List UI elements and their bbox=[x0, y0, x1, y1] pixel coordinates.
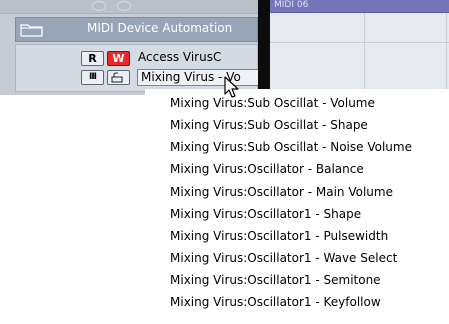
track-header-area: MIDI Device Automation R W III Access Vi… bbox=[0, 0, 263, 95]
menu-item[interactable]: Mixing Virus:Oscillator - Main Volume bbox=[170, 184, 393, 201]
grid-line bbox=[270, 42, 449, 43]
midi-part-header[interactable]: MIDI 06 bbox=[270, 0, 449, 13]
menu-item[interactable]: Mixing Virus:Sub Oscillat - Volume bbox=[170, 95, 375, 112]
track-top-strip bbox=[0, 0, 258, 14]
menu-item[interactable]: Mixing Virus:Oscillator1 - Keyfollow bbox=[170, 294, 381, 311]
menu-item[interactable]: Mixing Virus:Sub Oscillat - Shape bbox=[170, 117, 368, 134]
track-name: Access VirusC bbox=[138, 50, 222, 64]
menu-item[interactable]: Mixing Virus:Oscillator1 - Semitone bbox=[170, 272, 381, 289]
mouse-pointer-icon bbox=[224, 76, 239, 98]
automation-parameter-selector[interactable]: Mixing Virus - Vo bbox=[137, 69, 263, 86]
lock-icon bbox=[111, 72, 123, 83]
menu-item[interactable]: Mixing Virus:Oscillator1 - Wave Select bbox=[170, 250, 397, 267]
menu-item[interactable]: Mixing Virus:Oscillator - Balance bbox=[170, 161, 364, 178]
grid-line bbox=[364, 13, 365, 95]
grid-line bbox=[446, 13, 447, 95]
menu-item[interactable]: Mixing Virus:Oscillator1 - Shape bbox=[170, 206, 361, 223]
knob-icon[interactable] bbox=[92, 1, 106, 11]
track-list-divider[interactable] bbox=[258, 0, 270, 95]
midi-part-name: MIDI 06 bbox=[274, 0, 309, 10]
write-automation-button[interactable]: W bbox=[107, 51, 130, 66]
automation-track-row[interactable]: R W III Access VirusC Mixing Virus - Vo bbox=[15, 44, 263, 92]
knob-icon[interactable] bbox=[117, 1, 131, 11]
menu-item[interactable]: Mixing Virus:Oscillator1 - Pulsewidth bbox=[170, 228, 388, 245]
lock-button[interactable] bbox=[107, 70, 130, 85]
menu-item[interactable]: Mixing Virus:Sub Oscillat - Noise Volume bbox=[170, 139, 412, 156]
show-lanes-button[interactable]: III bbox=[81, 70, 104, 85]
event-display[interactable]: MIDI 06 bbox=[270, 0, 449, 95]
read-automation-button[interactable]: R bbox=[81, 51, 104, 66]
folder-track-row[interactable]: MIDI Device Automation bbox=[15, 17, 258, 42]
folder-icon[interactable] bbox=[19, 22, 45, 37]
folder-track-name: MIDI Device Automation bbox=[87, 21, 233, 35]
parameter-popup-menu: Mixing Virus:Sub Oscillat - Volume Mixin… bbox=[145, 89, 449, 324]
